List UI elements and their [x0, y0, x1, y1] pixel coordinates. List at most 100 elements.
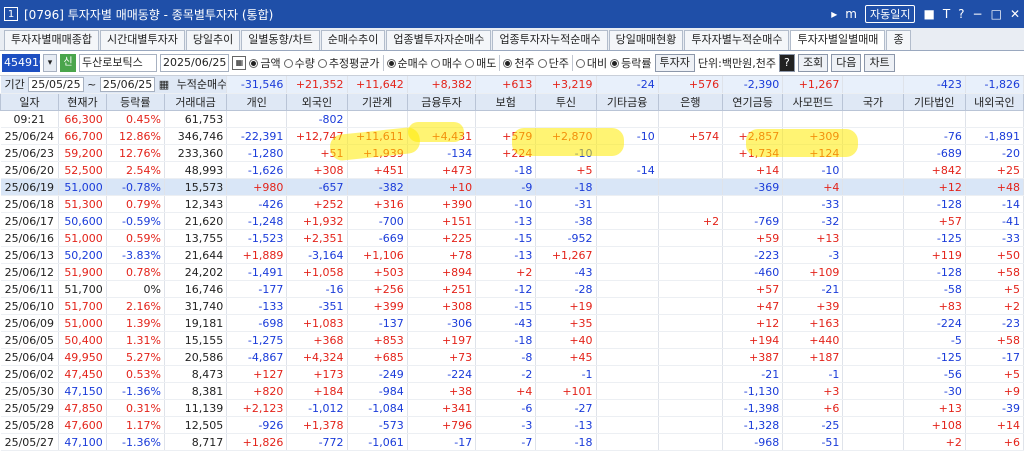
col-investment-trust[interactable]: 투신 — [535, 93, 597, 111]
col-institution[interactable]: 기관계 — [346, 93, 408, 111]
radio-single-shares[interactable]: 단주 — [537, 55, 569, 71]
table-cell: +980 — [226, 178, 288, 196]
radio-avg-price[interactable]: 추정평균가 — [317, 55, 380, 71]
table-cell — [596, 348, 659, 366]
tab-investor-cumulative[interactable]: 투자자별누적순매수 — [684, 30, 790, 50]
tab-intraday-trend[interactable]: 당일추이 — [185, 30, 241, 50]
code-dropdown-icon[interactable]: ▾ — [43, 54, 57, 72]
tab-overflow[interactable]: 종 — [886, 30, 911, 50]
tab-today-trading[interactable]: 당일매매현황 — [608, 30, 684, 50]
period-selector[interactable]: 기간 25/05/25 ~ 25/06/25 ▦ 누적순매수 — [0, 76, 228, 94]
col-domestic-foreigner[interactable]: 내외국인 — [964, 93, 1024, 111]
table-cell: +184 — [286, 382, 348, 400]
radio-net-buy[interactable]: 순매수 — [386, 55, 428, 71]
col-price[interactable]: 현재가 — [58, 93, 107, 111]
table-cell — [596, 144, 659, 162]
stop-icon[interactable]: ■ — [923, 7, 934, 21]
table-row[interactable]: 25/06/23 59,200 12.76% 233,360 -1,280 +51 +1,9… — [0, 144, 1024, 162]
table-row[interactable]: 25/06/04 49,950 5.27% 20,586 -4,867 +4,324 +68… — [0, 348, 1024, 366]
radio-amount[interactable]: 금액 — [249, 55, 281, 71]
table-row[interactable]: 25/06/05 50,400 1.31% 15,155 -1,275 +368 +853 +… — [0, 331, 1024, 349]
font-icon[interactable]: T — [943, 7, 950, 21]
table-row[interactable]: 25/06/09 51,000 1.39% 19,181 -698 +1,083 -137-… — [0, 314, 1024, 332]
table-row[interactable]: 25/06/16 51,000 0.59% 13,755 -1,523 +2,351 -66… — [0, 229, 1024, 247]
tab-investor-daily[interactable]: 투자자별일별매매 — [790, 30, 886, 50]
table-row[interactable]: 25/05/30 47,150 -1.36% 8,381 +820 +184 -984 +38… — [0, 382, 1024, 400]
calendar-icon[interactable]: ▦ — [232, 56, 247, 70]
col-date[interactable]: 일자 — [0, 93, 60, 111]
table-row[interactable]: 25/06/17 50,600 -0.59% 21,620 -1,248 +1,932 -7… — [0, 212, 1024, 230]
col-pension[interactable]: 연기금등 — [722, 93, 784, 111]
tab-hourly-investor[interactable]: 시간대별투자자 — [99, 30, 185, 50]
table-row[interactable]: 25/06/10 51,700 2.16% 31,740 -133 -351 +399 +30… — [0, 297, 1024, 315]
table-row[interactable]: 09:21 66,300 0.45% 61,753 -802 — [0, 110, 1024, 128]
col-bank[interactable]: 은행 — [657, 93, 724, 111]
table-cell: -17 — [965, 348, 1024, 366]
table-row[interactable]: 25/06/13 50,200 -3.83% 21,644 +1,889 -3,164 +1… — [0, 246, 1024, 264]
radio-change-rate[interactable]: 등락률 — [610, 55, 652, 71]
table-row[interactable]: 25/06/18 51,300 0.79% 12,343 -426 +252 +316 +39… — [0, 195, 1024, 213]
col-individual[interactable]: 개인 — [226, 93, 288, 111]
tab-net-buy-trend[interactable]: 순매수추이 — [320, 30, 386, 50]
maximize-icon[interactable]: □ — [991, 7, 1002, 21]
table-row[interactable]: 25/06/12 51,900 0.78% 24,202 -1,491 +1,058 +50… — [0, 263, 1024, 281]
calendar-icon[interactable]: ▦ — [159, 78, 169, 91]
col-other-financial[interactable]: 기타금융 — [595, 93, 659, 111]
col-insurance[interactable]: 보험 — [475, 93, 537, 111]
table-row[interactable]: 25/06/20 52,500 2.54% 48,993 -1,626 +308 +451 +… — [0, 161, 1024, 179]
table-row[interactable]: 25/05/29 47,850 0.31% 11,139 +2,123 -1,012 -1,… — [0, 399, 1024, 417]
table-row[interactable]: 25/06/19 51,000 -0.78% 15,573 +980 -657 -382 +1… — [0, 178, 1024, 196]
radio-quantity[interactable]: 수량 — [283, 55, 315, 71]
radio-change[interactable]: 대비 — [575, 55, 607, 71]
auto-journal-button[interactable]: 자동일지 — [864, 5, 916, 23]
col-trading-value[interactable]: 거래대금 — [163, 93, 228, 111]
link-arrow-icon[interactable]: ▸ — [831, 7, 837, 21]
table-row[interactable]: 25/05/28 47,600 1.17% 12,505 -926 +1,378 -573 +… — [0, 416, 1024, 434]
period-to-field[interactable]: 25/06/25 — [99, 77, 156, 92]
table-cell: +1,378 — [286, 416, 348, 434]
table-cell: 25/06/18 — [0, 195, 60, 213]
cumulative-cell: +613 — [475, 76, 537, 94]
col-change-rate[interactable]: 등락률 — [105, 93, 165, 111]
col-other-corporation[interactable]: 기타법인 — [902, 93, 966, 111]
tab-investor-summary[interactable]: 투자자별매매종합 — [4, 30, 99, 50]
minimize-icon[interactable]: − — [973, 7, 983, 21]
table-row[interactable]: 25/06/02 47,450 0.53% 8,473 +127 +173 -249 -224… — [0, 365, 1024, 383]
table-cell: 2.54% — [106, 161, 165, 179]
table-cell: -18 — [475, 161, 537, 179]
table-cell: +58 — [965, 331, 1024, 349]
col-foreigner[interactable]: 외국인 — [286, 93, 348, 111]
table-cell: +194 — [722, 331, 784, 349]
stock-code-input[interactable]: 454910 — [2, 54, 46, 72]
tab-daily-chart[interactable]: 일별동향/차트 — [241, 30, 320, 50]
cumulative-cell: -31,546 — [226, 76, 288, 94]
radio-sell[interactable]: 매도 — [465, 55, 496, 71]
help-button[interactable]: ? — [778, 54, 795, 72]
table-cell — [596, 416, 659, 434]
col-private-fund[interactable]: 사모펀드 — [782, 93, 844, 111]
table-cell: +13 — [782, 229, 844, 247]
close-icon[interactable]: ✕ — [1010, 7, 1020, 21]
table-row[interactable]: 25/06/24 66,700 12.86% 346,746 -22,391 +12,74… — [0, 127, 1024, 145]
next-button[interactable]: 다음 — [831, 54, 862, 72]
table-row[interactable]: 25/05/27 47,100 -1.36% 8,717 +1,826 -772 -1,06… — [0, 433, 1024, 451]
stock-name-field[interactable]: 두산로보틱스 — [79, 54, 157, 72]
date-field[interactable]: 2025/06/25 — [160, 54, 230, 72]
period-from-field[interactable]: 25/05/25 — [28, 77, 84, 92]
memo-icon[interactable]: m — [845, 7, 857, 21]
tab-sector-cumulative[interactable]: 업종투자자누적순매수 — [492, 30, 608, 50]
radio-thousand-shares[interactable]: 천주 — [503, 55, 535, 71]
cumulative-label: 누적순매수 — [176, 78, 227, 91]
table-cell: +59 — [722, 229, 784, 247]
investor-button[interactable]: 투자자 — [654, 54, 695, 72]
radio-buy[interactable]: 매수 — [430, 55, 462, 71]
table-cell: +187 — [782, 348, 844, 366]
tab-sector-investor[interactable]: 업종별투자자순매수 — [386, 30, 492, 50]
chart-button[interactable]: 차트 — [864, 54, 895, 72]
table-row[interactable]: 25/06/11 51,700 0% 16,746 -177 -16 +256 +251 -12… — [0, 280, 1024, 298]
help-icon[interactable]: ? — [958, 7, 964, 21]
col-government[interactable]: 국가 — [842, 93, 904, 111]
table-cell — [596, 212, 659, 230]
col-financial-investment[interactable]: 금융투자 — [406, 93, 477, 111]
query-button[interactable]: 조회 — [797, 54, 829, 72]
